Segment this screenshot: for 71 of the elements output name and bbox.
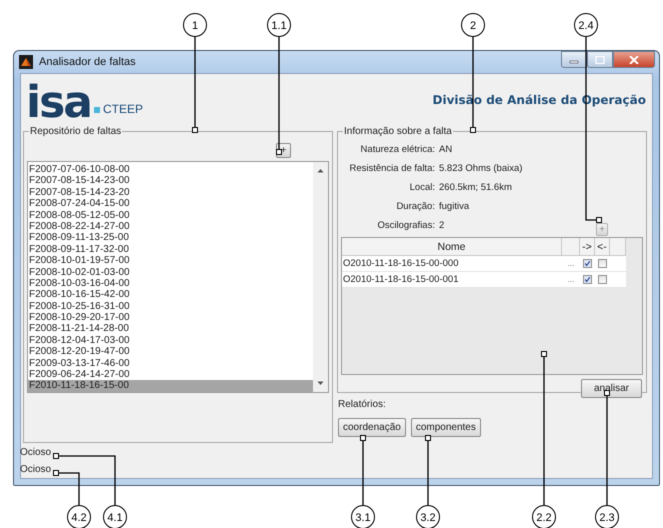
field-value: 5.823 Ohms (baixa) <box>439 163 522 175</box>
company-logo: isa CTEEP <box>26 84 143 120</box>
table-cell: ... <box>562 272 580 288</box>
list-item[interactable]: F2008-10-01-19-57-00 <box>28 255 313 267</box>
list-item[interactable]: F2008-09-11-13-25-00 <box>28 232 313 244</box>
field-value: AN <box>439 144 452 156</box>
callout-marker: 4.2 <box>67 505 91 528</box>
list-item[interactable]: F2010-11-18-16-15-00 <box>28 380 313 392</box>
list-item[interactable]: F2007-07-06-10-08-00 <box>28 164 313 176</box>
list-item[interactable]: F2007-08-15-14-23-00 <box>28 175 313 187</box>
field-label: Resistência de falta: <box>349 163 435 175</box>
field-value: fugitiva <box>439 201 470 213</box>
list-item[interactable]: F2008-09-11-17-32-00 <box>28 244 313 256</box>
field-label: Local: <box>410 182 435 194</box>
list-item[interactable]: F2008-10-16-15-42-00 <box>28 289 313 301</box>
column-header: <- <box>595 238 610 256</box>
minimize-button[interactable] <box>561 51 587 68</box>
callout-marker: 2.2 <box>532 505 556 528</box>
callout-marker: 2.4 <box>574 13 598 37</box>
list-item[interactable]: F2008-10-02-01-03-00 <box>28 266 313 278</box>
scroll-up-icon <box>317 168 324 173</box>
app-icon <box>19 55 33 69</box>
list-item[interactable]: F2008-10-25-16-31-00 <box>28 300 313 312</box>
callout-marker: 1.1 <box>267 13 291 37</box>
field-label: Oscilografias: <box>377 220 435 232</box>
reports-label: Relatórios: <box>338 399 387 410</box>
list-item[interactable]: F2008-11-21-14-28-00 <box>28 323 313 335</box>
window-title: Analisador de faltas <box>39 56 136 68</box>
callout-marker: 1 <box>183 13 207 37</box>
leader-line <box>425 435 431 505</box>
checkbox[interactable] <box>583 259 592 268</box>
callout-marker: 2 <box>461 13 485 37</box>
panel-legend: Repositório de faltas <box>29 126 122 137</box>
callout-marker: 4.1 <box>103 505 127 528</box>
close-button[interactable] <box>613 51 655 68</box>
callout-marker: 2.3 <box>595 505 619 528</box>
list-item[interactable]: F2009-03-13-17-46-00 <box>28 358 313 370</box>
field-value: 260.5km; 51.6km <box>439 182 512 194</box>
panel-legend: Informação sobre a falta <box>343 126 453 137</box>
list-item[interactable]: F2008-10-03-16-04-00 <box>28 278 313 290</box>
list-item[interactable]: F2007-08-15-14-23-20 <box>28 186 313 198</box>
scroll-down-icon <box>317 380 324 386</box>
callout-marker: 3.1 <box>351 505 375 528</box>
close-icon <box>629 56 639 64</box>
maximize-button[interactable] <box>587 51 613 68</box>
checkbox[interactable] <box>583 275 592 284</box>
status-text: Ocioso <box>20 463 52 476</box>
column-header: -> <box>580 238 595 256</box>
list-item[interactable]: F2008-08-22-14-27-00 <box>28 220 313 232</box>
table-cell: O2010-11-18-16-15-00-000 <box>342 256 562 272</box>
table-cell: O2010-11-18-16-15-00-001 <box>342 272 562 288</box>
scrollbar[interactable] <box>313 162 328 392</box>
callout-marker: 3.2 <box>416 505 440 528</box>
report-button[interactable]: componentes <box>410 418 481 437</box>
list-item[interactable]: F2009-06-24-14-27-00 <box>28 369 313 380</box>
list-item[interactable]: F2008-08-05-12-05-00 <box>28 210 313 221</box>
leader-line <box>360 435 366 505</box>
checkbox[interactable] <box>598 275 607 284</box>
list-item[interactable]: F2008-10-29-20-17-00 <box>28 312 313 324</box>
list-item[interactable]: F2008-12-20-19-47-00 <box>28 346 313 358</box>
column-header: Nome <box>342 238 562 256</box>
field-label: Natureza elétrica: <box>360 144 435 156</box>
status-text: Ocioso <box>20 446 52 459</box>
field-value: 2 <box>439 220 444 232</box>
table-cell: ... <box>562 256 580 272</box>
maximize-icon <box>595 56 605 64</box>
checkbox[interactable] <box>598 259 607 268</box>
list-item[interactable]: F2008-07-24-04-15-00 <box>28 198 313 210</box>
field-label: Duração: <box>396 201 435 213</box>
report-button[interactable]: coordenação <box>338 418 406 437</box>
list-item[interactable]: F2008-12-04-17-03-00 <box>28 334 313 346</box>
